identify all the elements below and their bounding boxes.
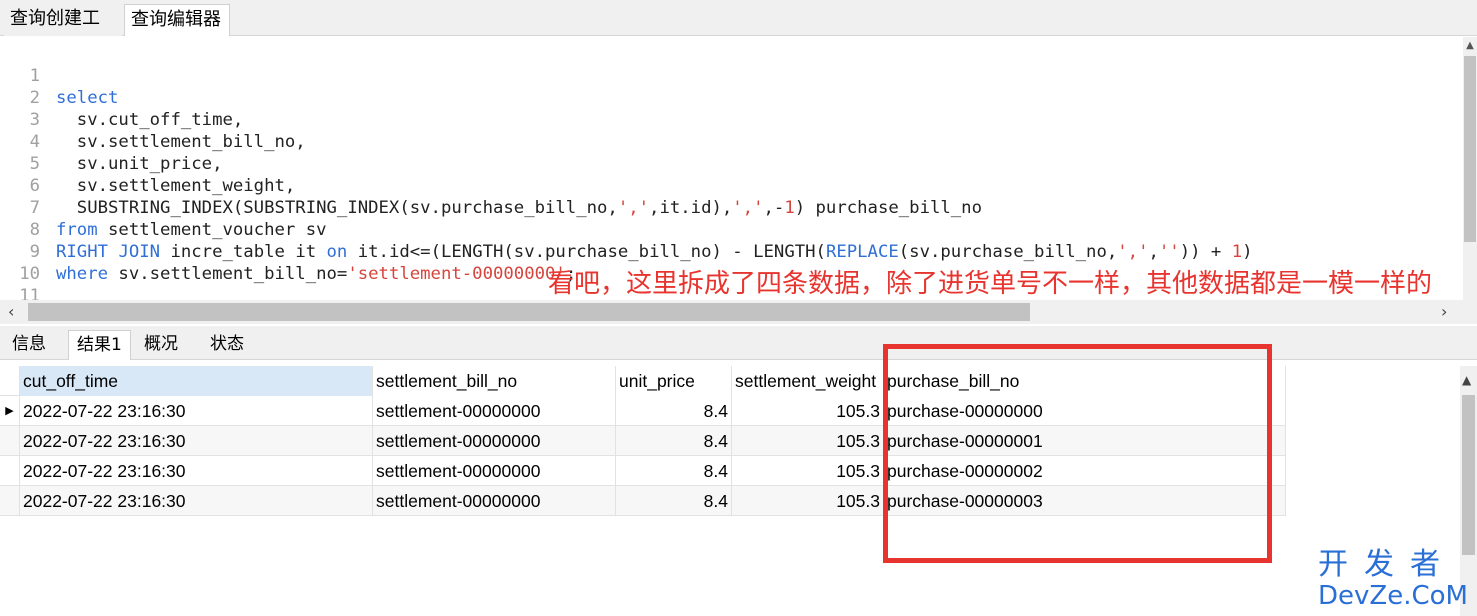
string-literal: 'settlement-00000000' bbox=[347, 264, 566, 284]
cell-cut-off-time[interactable]: 2022-07-22 23:16:30 bbox=[20, 396, 373, 426]
cell-cut-off-time[interactable]: 2022-07-22 23:16:30 bbox=[20, 426, 373, 456]
code-text: sv.cut_off_time, bbox=[56, 110, 244, 130]
cell-unit-price[interactable]: 8.4 bbox=[616, 456, 732, 486]
column-header-unit-price[interactable]: unit_price bbox=[616, 366, 732, 396]
cell-settlement-weight[interactable]: 105.3 bbox=[732, 486, 884, 516]
column-header-settlement-bill-no[interactable]: settlement_bill_no bbox=[373, 366, 616, 396]
code-text: where sv.settlement_bill_no='settlement-… bbox=[56, 263, 576, 285]
code-line: 5 sv.settlement_weight, bbox=[0, 131, 296, 196]
code-token: incre_table it bbox=[160, 242, 327, 262]
row-marker bbox=[0, 366, 20, 396]
code-line: 3 sv.settlement_bill_no, bbox=[0, 87, 306, 152]
scroll-left-arrow-icon[interactable]: ‹ bbox=[8, 300, 14, 324]
tab-info[interactable]: 信息 bbox=[4, 330, 54, 360]
scroll-up-arrow-icon[interactable]: ▲ bbox=[1463, 40, 1477, 54]
code-text: sv.settlement_bill_no, bbox=[56, 132, 306, 152]
code-token: sv.settlement_bill_no= bbox=[108, 264, 348, 284]
tab-query-builder[interactable]: 查询创建工具 bbox=[4, 4, 122, 59]
code-line: 9 where sv.settlement_bill_no='settlemen… bbox=[0, 219, 577, 284]
code-token: ,- bbox=[763, 198, 785, 218]
column-header-settlement-weight[interactable]: settlement_weight bbox=[732, 366, 884, 396]
row-marker bbox=[0, 456, 20, 486]
code-line: 6 SUBSTRING_INDEX(SUBSTRING_INDEX(sv.pur… bbox=[0, 153, 982, 218]
keyword: on bbox=[326, 242, 348, 262]
code-text: SUBSTRING_INDEX(SUBSTRING_INDEX(sv.purch… bbox=[56, 197, 982, 219]
code-token: , bbox=[1148, 242, 1159, 262]
code-token: ) purchase_bill_no bbox=[794, 198, 982, 218]
code-token: )) + bbox=[1179, 242, 1232, 262]
keyword: select bbox=[56, 88, 119, 108]
code-text: select bbox=[56, 87, 118, 109]
row-marker bbox=[0, 486, 20, 516]
keyword: where bbox=[56, 264, 109, 284]
row-marker bbox=[0, 426, 20, 456]
scroll-right-arrow-icon[interactable]: › bbox=[1441, 300, 1447, 324]
tab-overview[interactable]: 概况 bbox=[136, 330, 186, 360]
current-row-indicator-icon: ▶ bbox=[0, 396, 20, 426]
cell-settlement-bill-no[interactable]: settlement-00000000 bbox=[373, 396, 616, 426]
code-token: settlement_voucher sv bbox=[97, 220, 327, 240]
cell-settlement-bill-no[interactable]: settlement-00000000 bbox=[373, 486, 616, 516]
watermark-en: DevZe.CoM bbox=[1318, 581, 1468, 611]
keyword: JOIN bbox=[118, 242, 161, 262]
string-literal: ',' bbox=[617, 198, 650, 218]
number-literal: 1 bbox=[784, 198, 795, 218]
string-literal: ',' bbox=[732, 198, 764, 218]
number-literal: 1 bbox=[1231, 242, 1243, 262]
code-line: 7 from settlement_voucher sv bbox=[0, 175, 327, 240]
editor-horizontal-scroll-thumb[interactable] bbox=[28, 303, 1030, 321]
code-text: from settlement_voucher sv bbox=[56, 219, 327, 241]
tab-status[interactable]: 状态 bbox=[202, 330, 252, 360]
code-line: 1 select bbox=[0, 43, 119, 108]
watermark-cn: 开发者 bbox=[1318, 547, 1456, 582]
code-line: 2 sv.cut_off_time, bbox=[0, 65, 244, 130]
grid-scroll-up-arrow-icon[interactable]: ▲ bbox=[1462, 368, 1471, 392]
keyword: REPLACE bbox=[825, 242, 899, 262]
watermark-logo: 开发者 DevZe.CoM bbox=[1318, 548, 1468, 612]
code-line: 4 sv.unit_price, bbox=[0, 109, 223, 174]
tab-query-editor[interactable]: 查询编辑器 bbox=[124, 4, 230, 36]
code-line: 10 bbox=[0, 241, 42, 284]
code-token: (sv.purchase_bill_no, bbox=[898, 242, 1118, 262]
column-header-cut-off-time[interactable]: cut_off_time bbox=[20, 366, 373, 396]
code-token: SUBSTRING_INDEX(SUBSTRING_INDEX(sv.purch… bbox=[56, 198, 618, 218]
string-literal: '' bbox=[1158, 242, 1180, 262]
cell-settlement-weight[interactable]: 105.3 bbox=[732, 456, 884, 486]
sql-editor[interactable]: 1 select 2 sv.cut_off_time, 3 sv.settlem… bbox=[0, 37, 1477, 300]
annotation-highlight-box bbox=[883, 344, 1272, 563]
grid-vertical-scroll-thumb[interactable] bbox=[1462, 395, 1475, 555]
tab-result-1[interactable]: 结果1 bbox=[68, 330, 131, 360]
code-line: 12 bbox=[0, 285, 42, 300]
keyword: RIGHT bbox=[56, 242, 109, 262]
cell-settlement-weight[interactable]: 105.3 bbox=[732, 426, 884, 456]
editor-vertical-scroll-thumb[interactable] bbox=[1464, 56, 1476, 242]
code-text: RIGHT JOIN incre_table it on it.id<=(LEN… bbox=[56, 241, 1253, 263]
cell-unit-price[interactable]: 8.4 bbox=[616, 486, 732, 516]
code-token: it.id<=(LENGTH(sv.purchase_bill_no) - LE… bbox=[347, 242, 826, 262]
annotation-text: 看吧，这里拆成了四条数据，除了进货单号不一样，其他数据都是一模一样的 bbox=[548, 269, 1433, 299]
code-text: sv.settlement_weight, bbox=[56, 176, 296, 196]
code-line: 8 RIGHT JOIN incre_table it on it.id<=(L… bbox=[0, 197, 1253, 262]
keyword: from bbox=[56, 220, 98, 240]
cell-cut-off-time[interactable]: 2022-07-22 23:16:30 bbox=[20, 486, 373, 516]
code-line: 11 bbox=[0, 263, 42, 300]
cell-settlement-bill-no[interactable]: settlement-00000000 bbox=[373, 456, 616, 486]
code-token: ) bbox=[1242, 242, 1253, 262]
top-tab-bar: 查询创建工具 查询编辑器 bbox=[0, 0, 1477, 59]
cell-unit-price[interactable]: 8.4 bbox=[616, 426, 732, 456]
code-token: ,it.id), bbox=[649, 198, 733, 218]
cell-unit-price[interactable]: 8.4 bbox=[616, 396, 732, 426]
cell-settlement-bill-no[interactable]: settlement-00000000 bbox=[373, 426, 616, 456]
cell-settlement-weight[interactable]: 105.3 bbox=[732, 396, 884, 426]
string-literal: ',' bbox=[1117, 242, 1149, 262]
code-text: sv.unit_price, bbox=[56, 154, 223, 174]
cell-cut-off-time[interactable]: 2022-07-22 23:16:30 bbox=[20, 456, 373, 486]
